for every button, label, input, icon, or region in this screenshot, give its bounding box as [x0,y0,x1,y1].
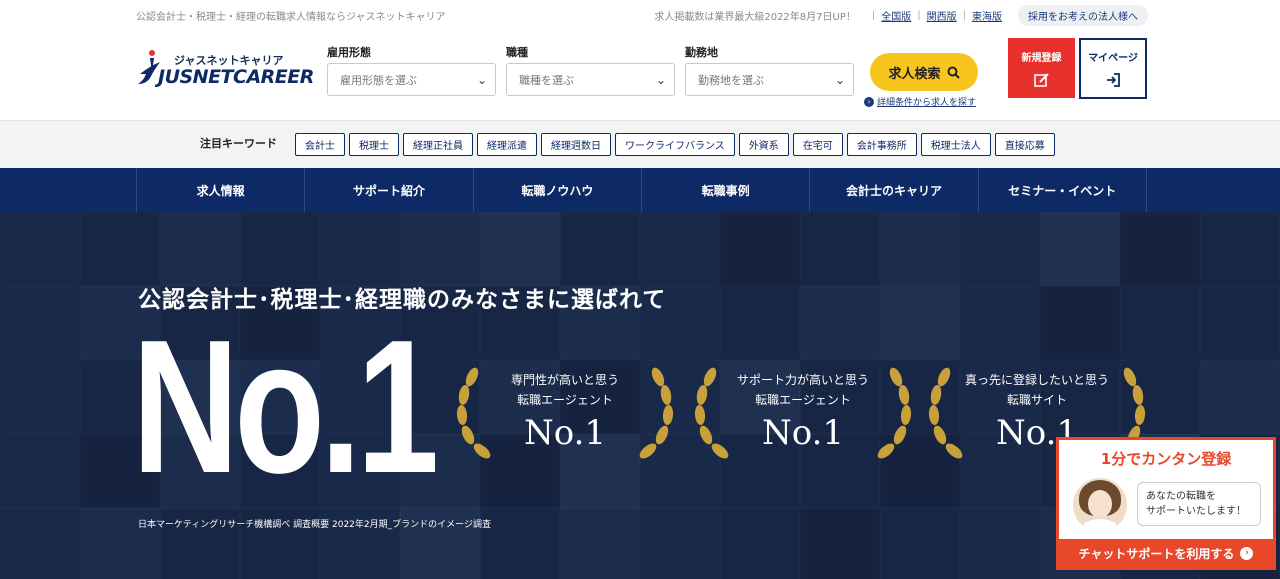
location-placeholder: 勤務地を選ぶ [698,73,764,87]
chevron-right-icon: › [864,96,874,107]
nav-support[interactable]: サポート紹介 [305,168,474,212]
job-search-label: 求人検索 [888,66,941,82]
location-select[interactable]: 勤務地を選ぶ ⌄ [685,63,854,96]
job-search-button[interactable]: 求人検索 [870,53,978,91]
keyword-bar: 注目キーワード 会計士 税理士 経理正社員 経理派遣 経理週数日 ワークライフバ… [0,120,1280,168]
employment-label: 雇用形態 [327,46,371,59]
mypage-button[interactable]: マイページ [1079,38,1147,99]
keyword-tag[interactable]: 税理士法人 [920,133,991,156]
logo-text: JUSNETCAREER [158,66,314,88]
hero-no1: No.1 [132,301,439,513]
survey-note: 日本マーケティングリサーチ機構調べ 調査概要 2022年2月期_ブランドのイメー… [138,520,491,530]
nav-knowhow[interactable]: 転職ノウハウ [474,168,642,212]
keyword-tag[interactable]: 税理士 [349,133,399,156]
nav-cases[interactable]: 転職事例 [642,168,811,212]
corporate-link[interactable]: 採用をお考えの法人様へ [1018,5,1148,26]
employment-select[interactable]: 雇用形態を選ぶ ⌄ [327,63,496,96]
keyword-title: 注目キーワード [200,137,277,150]
search-icon [947,66,960,79]
site-tagline: 公認会計士・税理士・経理の転職求人情報ならジャスネットキャリア [136,12,446,23]
employment-placeholder: 雇用形態を選ぶ [340,73,417,87]
chevron-down-icon: ⌄ [834,72,845,87]
region-link-kansai[interactable]: 関西版 [927,8,957,23]
chat-title: 1分でカンタン登録 [1100,450,1232,468]
keyword-tag[interactable]: 経理週数日 [541,133,611,156]
award-support: サポート力が高いと思う 転職エージェント No.1 [688,357,918,467]
employment-field: 雇用形態 雇用形態を選ぶ ⌄ [327,44,496,96]
award-expertise: 専門性が高いと思う 転職エージェント No.1 [450,357,680,467]
detail-search-link[interactable]: › 詳細条件から求人を探す [864,95,976,108]
login-icon [1107,73,1120,87]
keyword-tag[interactable]: 直接応募 [994,133,1055,156]
job-placeholder: 職種を選ぶ [519,73,574,87]
keyword-tag[interactable]: 在宅可 [792,133,843,156]
listing-notice: 求人掲載数は業界最大級2022年8月7日UP！ [654,12,856,23]
location-field: 勤務地 勤務地を選ぶ ⌄ [685,44,854,96]
chat-support-button[interactable]: チャットサポートを利用する › [1059,539,1273,567]
top-strip: 公認会計士・税理士・経理の転職求人情報ならジャスネットキャリア 求人掲載数は業界… [0,0,1280,30]
chat-widget[interactable]: 1分でカンタン登録 あなたの転職を サポートいたします！ チャットサポートを利用… [1056,437,1276,570]
job-label: 職種 [506,46,528,59]
main-nav: 求人情報 サポート紹介 転職ノウハウ 転職事例 会計士のキャリア セミナー・イベ… [0,168,1280,212]
keyword-tag[interactable]: 会計士 [295,133,345,156]
nav-jobs[interactable]: 求人情報 [137,168,306,212]
keyword-tag[interactable]: 会計事務所 [846,133,917,156]
avatar [1073,478,1127,532]
keyword-list: 会計士 税理士 経理正社員 経理派遣 経理週数日 ワークライフバランス 外資系 … [295,133,1059,156]
register-button[interactable]: 新規登録 [1008,38,1075,98]
region-link-national[interactable]: 全国版 [881,8,911,23]
job-select[interactable]: 職種を選ぶ ⌄ [506,63,675,96]
top-right-links: 求人掲載数は業界最大級2022年8月7日UP！ | 全国版 | 関西版 | 東海… [654,5,1148,26]
keyword-tag[interactable]: 外資系 [738,133,789,156]
keyword-tag[interactable]: 経理正社員 [403,133,473,156]
keyword-tag[interactable]: ワークライフバランス [615,133,735,156]
keyword-tag[interactable]: 経理派遣 [477,133,537,156]
location-label: 勤務地 [685,46,718,59]
edit-icon [1033,72,1049,87]
nav-cpa-career[interactable]: 会計士のキャリア [810,168,979,212]
job-field: 職種 職種を選ぶ ⌄ [506,44,675,96]
chevron-down-icon: ⌄ [655,72,666,87]
chat-bubble: あなたの転職を サポートいたします！ [1137,482,1261,526]
region-link-tokai[interactable]: 東海版 [972,8,1002,23]
chevron-down-icon: ⌄ [476,72,487,87]
chevron-right-icon: › [1240,546,1254,560]
nav-seminar[interactable]: セミナー・イベント [979,168,1147,212]
site-logo[interactable]: ジャスネットキャリア JUSNETCAREER [136,46,314,90]
